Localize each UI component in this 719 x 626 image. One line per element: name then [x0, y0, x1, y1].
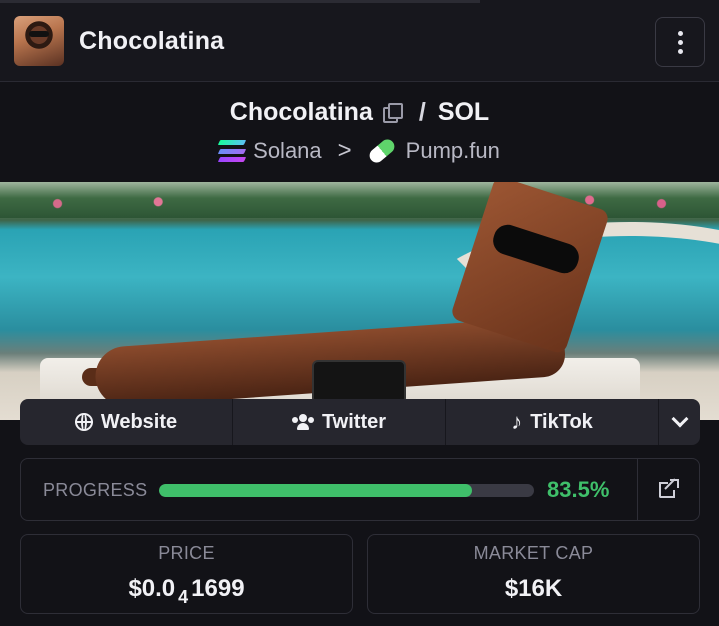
- globe-icon: [74, 413, 93, 431]
- top-bar: Chocolatina: [0, 0, 719, 82]
- solana-icon: [217, 140, 247, 162]
- kebab-dot: [677, 48, 683, 54]
- market-cap-value: $16K: [504, 575, 563, 602]
- market-cap-card: MARKET CAP $16K: [367, 534, 700, 614]
- chevron-down-icon: [671, 410, 688, 428]
- price-prefix: $0.0: [128, 575, 176, 602]
- progress-track: [159, 484, 534, 497]
- price-zero-count: 4: [178, 587, 189, 607]
- twitter-link-button[interactable]: Twitter: [233, 399, 446, 445]
- kebab-vertical-icon: [677, 30, 683, 36]
- website-label: Website: [100, 410, 178, 433]
- copy-icon[interactable]: [382, 103, 403, 123]
- users-icon: [291, 414, 314, 430]
- banner-hedge: [0, 182, 719, 218]
- progress-divider: [637, 459, 638, 520]
- price-suffix: 1699: [191, 575, 245, 602]
- chevron-right-icon: >: [337, 137, 352, 164]
- kebab-dot: [677, 39, 683, 45]
- kebab-menu-button[interactable]: [655, 17, 705, 67]
- twitter-label: Twitter: [321, 410, 387, 433]
- pair-base: Chocolatina: [229, 97, 373, 126]
- top-progress-line: [0, 0, 480, 3]
- price-card: PRICE $0.0 4 1699: [20, 534, 353, 614]
- token-avatar: [14, 16, 64, 66]
- pair-header: Chocolatina / SOL: [0, 96, 719, 128]
- pair-separator: /: [418, 97, 426, 126]
- progress-fill: [159, 484, 473, 497]
- external-link-icon[interactable]: [659, 478, 679, 499]
- price-value: $0.0 4 1699: [21, 575, 352, 607]
- tiktok-label: TikTok: [530, 410, 593, 433]
- pill-icon: [366, 136, 397, 166]
- tiktok-icon: ♪: [511, 409, 523, 434]
- progress-percent: 83.5%: [547, 477, 610, 502]
- token-title: Chocolatina: [79, 27, 225, 55]
- chain-network[interactable]: Solana: [253, 138, 322, 164]
- token-banner-image: [0, 182, 719, 420]
- chain-dex[interactable]: Pump.fun: [406, 138, 500, 164]
- social-links-bar: Website Twitter ♪ TikTok: [20, 399, 700, 445]
- avatar-sunglasses: [29, 31, 49, 37]
- chain-breadcrumb: Solana > Pump.fun: [0, 136, 719, 166]
- banner-handbag: [312, 360, 406, 404]
- more-links-button[interactable]: [659, 399, 700, 445]
- price-label: PRICE: [158, 543, 215, 563]
- bonding-progress-card: PROGRESS 83.5%: [20, 458, 700, 521]
- pair-quote: SOL: [437, 97, 490, 126]
- website-link-button[interactable]: Website: [20, 399, 233, 445]
- progress-label: PROGRESS: [43, 480, 148, 500]
- market-cap-label: MARKET CAP: [473, 543, 594, 563]
- tiktok-link-button[interactable]: ♪ TikTok: [446, 399, 659, 445]
